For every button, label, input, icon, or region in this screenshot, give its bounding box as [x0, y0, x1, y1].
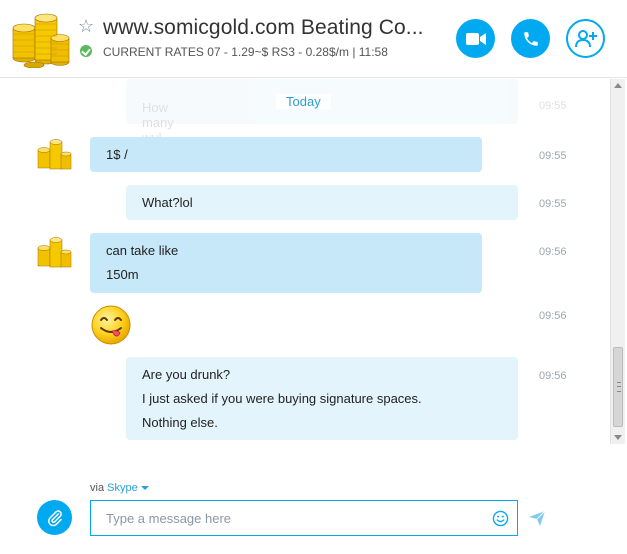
message-time: 09:56: [539, 246, 567, 258]
send-icon[interactable]: [528, 509, 546, 527]
message-text: Nothing else.: [142, 415, 218, 430]
chat-header: ☆ www.somicgold.com Beating Co... CURREN…: [0, 0, 627, 78]
message-composer: [90, 500, 518, 536]
paperclip-icon: [47, 509, 62, 526]
conversation-scrollbar[interactable]: [610, 79, 625, 444]
scroll-up-arrow-icon[interactable]: [614, 83, 622, 88]
message-text: 150m: [106, 267, 139, 282]
message-bubble[interactable]: can take like 150m: [90, 233, 482, 293]
mood-message: CURRENT RATES 07 - 1.29~$ RS3 - 0.28$/m …: [103, 45, 388, 59]
via-service-selector[interactable]: via Skype: [90, 482, 149, 494]
message-text: I just asked if you were buying signatur…: [142, 391, 422, 406]
add-person-icon: [574, 29, 597, 47]
emoticon-picker-icon[interactable]: [492, 510, 509, 527]
contact-avatar-small[interactable]: [36, 234, 72, 270]
message-time: 09:56: [539, 370, 567, 382]
video-call-button[interactable]: [456, 19, 495, 58]
message-time: 09:55: [539, 198, 567, 210]
message-bubble[interactable]: What?lol: [126, 185, 518, 220]
scroll-down-arrow-icon[interactable]: [614, 435, 622, 440]
message-text: 1$ /: [106, 147, 128, 162]
attach-file-button[interactable]: [37, 500, 72, 535]
phone-icon: [523, 31, 538, 46]
star-outline-icon[interactable]: ☆: [78, 16, 94, 36]
message-input[interactable]: [91, 501, 481, 535]
message-bubble[interactable]: Are you drunk? I just asked if you were …: [126, 357, 518, 440]
audio-call-button[interactable]: [511, 19, 550, 58]
tongue-out-emoji[interactable]: [90, 304, 132, 346]
message-text: can take like: [106, 243, 179, 258]
conversation-area[interactable]: How many wul 09:55 Today 1$ / 09:55 What…: [0, 79, 610, 459]
contact-avatar-small[interactable]: [36, 136, 72, 172]
day-divider: Today: [276, 94, 331, 109]
message-time: 09:55: [539, 150, 567, 162]
contact-avatar[interactable]: [8, 8, 70, 68]
service-name[interactable]: Skype: [107, 482, 138, 494]
chevron-down-icon[interactable]: [140, 486, 149, 491]
add-people-button[interactable]: [566, 19, 605, 58]
grip-icon: [617, 382, 621, 392]
message-text: What?lol: [142, 195, 193, 210]
message-time: 09:56: [539, 310, 567, 322]
scroll-thumb[interactable]: [613, 347, 623, 427]
video-camera-icon: [465, 32, 486, 45]
message-text: Are you drunk?: [142, 367, 231, 382]
online-status-icon: [80, 45, 92, 57]
via-label: via: [90, 482, 105, 494]
contact-title: www.somicgold.com Beating Co...: [103, 16, 424, 39]
message-time: 09:55: [539, 100, 567, 112]
message-bubble[interactable]: 1$ /: [90, 137, 482, 172]
